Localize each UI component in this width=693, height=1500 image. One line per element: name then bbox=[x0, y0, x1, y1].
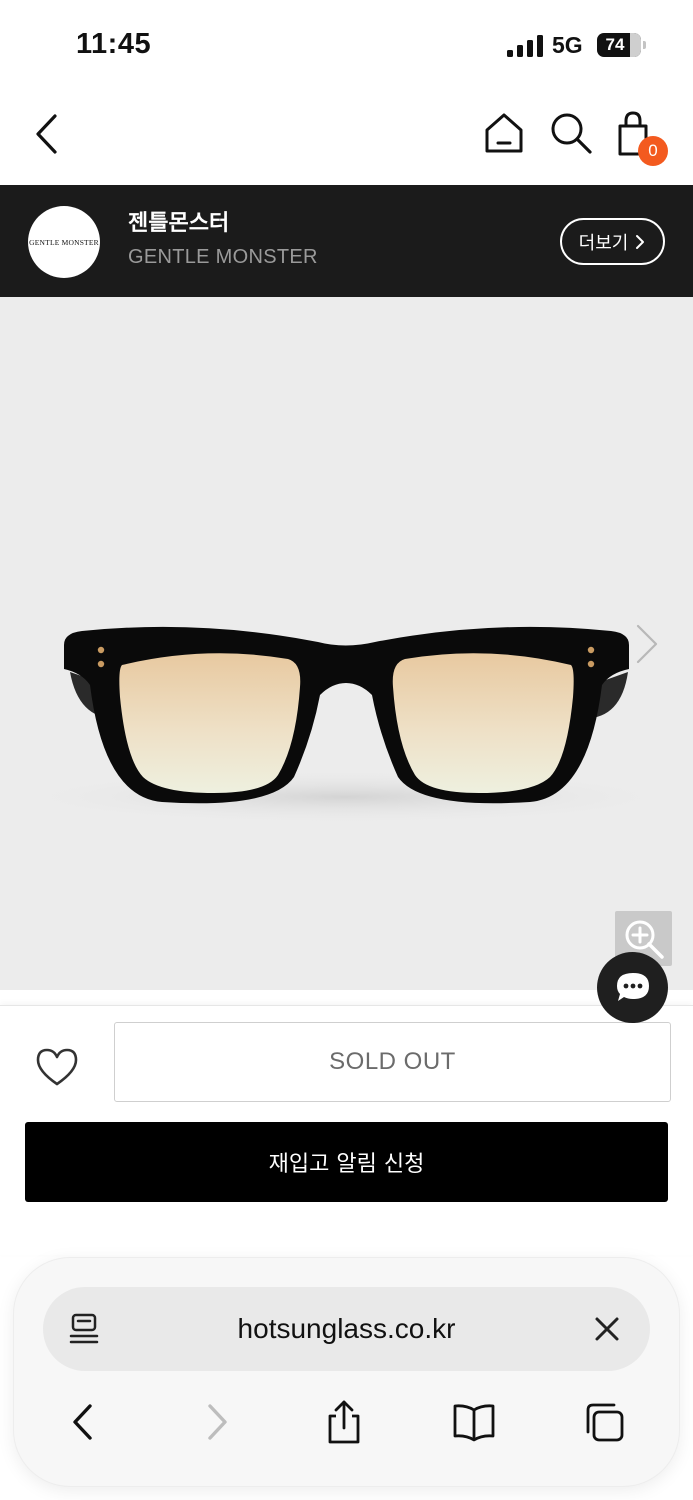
brand-bar: GENTLE MONSTER 젠틀몬스터 GENTLE MONSTER 더보기 bbox=[0, 185, 693, 297]
url-text[interactable]: hotsunglass.co.kr bbox=[43, 1287, 650, 1371]
close-icon[interactable] bbox=[591, 1313, 623, 1345]
battery-level: 74 bbox=[605, 35, 625, 54]
home-icon[interactable] bbox=[482, 110, 526, 156]
product-image-carousel[interactable] bbox=[0, 297, 693, 990]
back-icon[interactable] bbox=[28, 112, 68, 156]
forward-icon[interactable] bbox=[194, 1400, 238, 1444]
chevron-right-icon[interactable] bbox=[632, 622, 662, 666]
status-time: 11:45 bbox=[76, 28, 152, 60]
more-button-label: 더보기 bbox=[578, 232, 629, 254]
back-icon[interactable] bbox=[62, 1400, 106, 1444]
chat-button[interactable] bbox=[597, 952, 668, 1023]
battery-icon: 74 bbox=[597, 33, 646, 57]
bookmarks-icon[interactable] bbox=[452, 1400, 496, 1444]
cellular-signal-icon bbox=[507, 35, 543, 57]
purchase-panel: SOLD OUT 재입고 알림 신청 bbox=[0, 1005, 693, 1255]
brand-name-korean: 젠틀몬스터 bbox=[128, 211, 230, 236]
heart-icon[interactable] bbox=[34, 1046, 80, 1088]
share-icon[interactable] bbox=[322, 1400, 366, 1444]
status-bar: 11:45 5G 74 bbox=[0, 0, 693, 90]
browser-toolbar: hotsunglass.co.kr bbox=[14, 1258, 679, 1486]
brand-more-button[interactable]: 더보기 bbox=[560, 218, 665, 265]
app-header bbox=[0, 90, 693, 185]
restock-alert-button[interactable]: 재입고 알림 신청 bbox=[25, 1122, 668, 1202]
search-icon[interactable] bbox=[548, 110, 594, 156]
brand-logo[interactable]: GENTLE MONSTER bbox=[28, 206, 100, 278]
chevron-right-icon bbox=[636, 234, 645, 249]
sunglasses-image bbox=[0, 626, 690, 825]
address-bar[interactable]: hotsunglass.co.kr bbox=[43, 1287, 650, 1371]
brand-name-english: GENTLE MONSTER bbox=[128, 246, 318, 268]
browser-nav-row bbox=[14, 1388, 679, 1456]
brand-logo-text: GENTLE MONSTER bbox=[29, 237, 99, 247]
page-menu-icon[interactable] bbox=[67, 1311, 103, 1347]
cart-count-badge: 0 bbox=[638, 136, 668, 166]
network-type: 5G bbox=[552, 32, 583, 58]
sold-out-button[interactable]: SOLD OUT bbox=[114, 1022, 671, 1102]
tabs-icon[interactable] bbox=[582, 1400, 626, 1444]
chat-bubble-icon bbox=[616, 972, 649, 1001]
